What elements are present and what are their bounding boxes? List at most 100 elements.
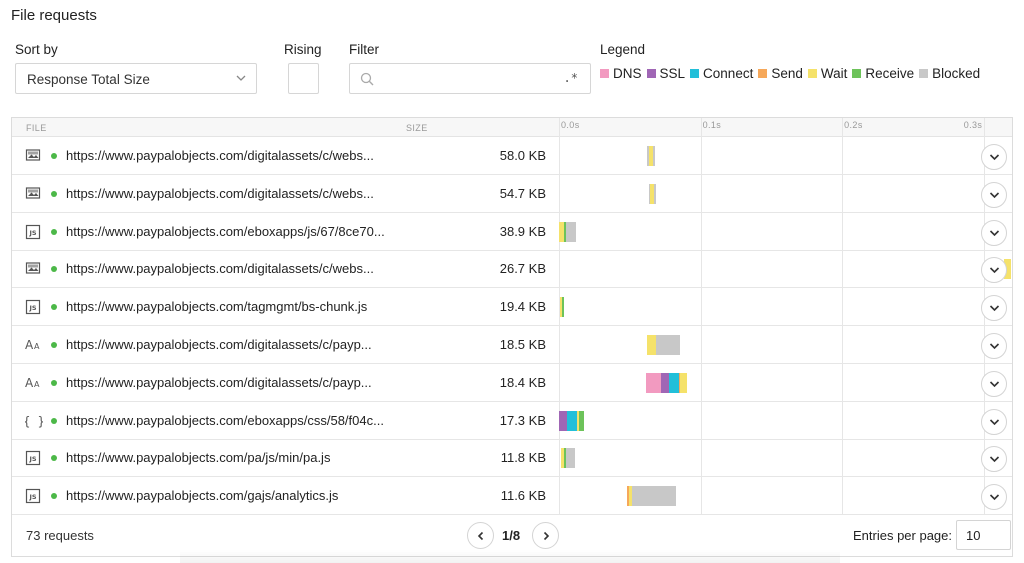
- legend-label: Connect: [703, 66, 754, 81]
- file-size: 17.3 KB: [499, 412, 546, 428]
- table-row[interactable]: A Ahttps://www.paypalobjects.com/digitala…: [12, 364, 1012, 402]
- table-row[interactable]: https://www.paypalobjects.com/digitalass…: [12, 250, 1012, 289]
- timeline-tick-label: 0.2s: [844, 120, 863, 130]
- file-size: 19.4 KB: [499, 299, 546, 315]
- timeline-tick-label: 0.3s: [963, 120, 983, 130]
- timing-segment-connect: [566, 410, 577, 431]
- legend-swatch: [919, 69, 929, 78]
- svg-text:JS: JS: [28, 229, 36, 237]
- sort-by-label: Sort by: [15, 42, 58, 57]
- bottom-shadow: [180, 550, 840, 563]
- image-icon: [25, 148, 41, 164]
- next-page-button[interactable]: [532, 522, 559, 549]
- expand-row-button[interactable]: [981, 144, 1007, 170]
- filter-label: Filter: [349, 42, 379, 57]
- page-indicator: 1/8: [502, 528, 521, 543]
- font-icon: AA: [25, 337, 41, 353]
- timing-bar: [559, 402, 1012, 440]
- chevron-down-icon: [989, 230, 1000, 236]
- table-header: FILE SIZE 0.0s 0.1s 0.2s 0.3s: [12, 118, 1012, 137]
- file-url: https://www.paypalobjects.com/gajs/analy…: [66, 488, 339, 504]
- column-header-file: FILE: [26, 123, 47, 133]
- request-count: 73 requests: [26, 528, 94, 543]
- status-dot: [51, 153, 57, 159]
- legend-swatch: [690, 69, 700, 78]
- image-icon: [25, 186, 41, 202]
- regex-toggle[interactable]: .*: [564, 71, 578, 85]
- table-row[interactable]: A Ahttps://www.paypalobjects.com/digitala…: [12, 326, 1012, 364]
- expand-row-button[interactable]: [981, 370, 1007, 397]
- chevron-down-icon: [236, 75, 246, 81]
- table-row[interactable]: JS https://www.paypalobjects.com/gajs/ana…: [12, 477, 1012, 516]
- status-dot: [51, 455, 57, 462]
- file-url: https://www.paypalobjects.com/eboxapps/c…: [66, 412, 384, 428]
- file-size: 11.8 KB: [500, 450, 546, 466]
- timing-bar: [559, 364, 1012, 402]
- entries-per-page-input[interactable]: [956, 520, 1011, 550]
- expand-row-button[interactable]: [981, 484, 1007, 511]
- expand-row-button[interactable]: [981, 295, 1007, 322]
- filter-field: .*: [349, 63, 591, 94]
- file-size: 38.9 KB: [499, 223, 546, 239]
- prev-page-button[interactable]: [467, 522, 494, 549]
- chevron-down-icon: [989, 419, 1000, 425]
- file-requests-table: FILE SIZE 0.0s 0.1s 0.2s 0.3s https://www.p…: [11, 117, 1013, 557]
- legend-swatch: [600, 69, 609, 78]
- svg-text:A: A: [25, 338, 34, 351]
- timeline-tick-label: 0.1s: [702, 120, 722, 130]
- legend-item-blocked: Blocked: [919, 66, 980, 81]
- timing-bar: [559, 250, 1012, 288]
- file-url: https://www.paypalobjects.com/digitalass…: [66, 374, 372, 390]
- timing-segment-blocked: [654, 183, 656, 204]
- sort-select[interactable]: Response Total Size: [15, 63, 257, 94]
- table-row[interactable]: https://www.paypalobjects.com/digitalass…: [12, 137, 1012, 175]
- chevron-down-icon: [989, 305, 1000, 312]
- status-dot: [51, 190, 57, 197]
- legend-label: Blocked: [932, 66, 981, 81]
- status-dot: [51, 228, 57, 235]
- timing-segment-wait: [679, 372, 687, 393]
- legend-label: Receive: [865, 66, 915, 81]
- legend-label: Send: [771, 66, 803, 81]
- svg-text:A: A: [34, 342, 40, 351]
- legend-swatch: [852, 69, 862, 78]
- search-icon: [360, 72, 374, 86]
- file-size: 54.7 KB: [499, 185, 546, 201]
- js-icon: JS: [25, 450, 41, 466]
- rising-checkbox[interactable]: [288, 63, 319, 94]
- timing-segment-blocked: [656, 335, 681, 355]
- svg-text:A: A: [25, 376, 34, 389]
- file-url: https://www.paypalobjects.com/digitalass…: [66, 261, 374, 277]
- legend-item-connect: Connect: [690, 66, 753, 81]
- expand-row-button[interactable]: [981, 181, 1007, 208]
- svg-text:{ }: { }: [25, 414, 43, 428]
- table-row[interactable]: https://www.paypalobjects.com/digitalass…: [12, 175, 1012, 213]
- timing-bar: [559, 326, 1012, 364]
- table-row[interactable]: JS https://www.paypalobjects.com/eboxapps…: [12, 213, 1012, 251]
- filter-input[interactable]: [382, 69, 567, 89]
- table-row[interactable]: { } https://www.paypalobjects.com/eboxapp…: [12, 402, 1012, 440]
- expand-row-button[interactable]: [981, 333, 1007, 359]
- legend-item-send: Send: [758, 66, 803, 81]
- timing-segment-blocked: [565, 448, 575, 469]
- file-url: https://www.paypalobjects.com/pa/js/min/…: [66, 450, 331, 466]
- status-dot: [51, 493, 57, 500]
- file-url: https://www.paypalobjects.com/digitalass…: [66, 337, 372, 352]
- timing-segment-wait: [647, 335, 657, 355]
- timing-bar: [559, 175, 1012, 213]
- expand-row-button[interactable]: [981, 219, 1007, 246]
- chevron-right-icon: [543, 531, 550, 541]
- legend-swatch: [807, 69, 817, 78]
- timing-segment-connect: [668, 372, 679, 393]
- legend-swatch: [758, 69, 768, 78]
- table-row[interactable]: JS https://www.paypalobjects.com/pa/js/mi…: [12, 439, 1012, 478]
- timing-segment-dns: [646, 372, 662, 393]
- table-row[interactable]: JS https://www.paypalobjects.com/tagmgmt/…: [12, 288, 1012, 327]
- expand-row-button[interactable]: [981, 408, 1007, 435]
- file-size: 18.4 KB: [499, 374, 546, 390]
- js-icon: JS: [25, 488, 41, 504]
- legend-item-ssl: SSL: [646, 66, 685, 81]
- timing-bar: [559, 213, 1012, 251]
- status-dot: [51, 266, 57, 273]
- status-dot: [51, 342, 57, 348]
